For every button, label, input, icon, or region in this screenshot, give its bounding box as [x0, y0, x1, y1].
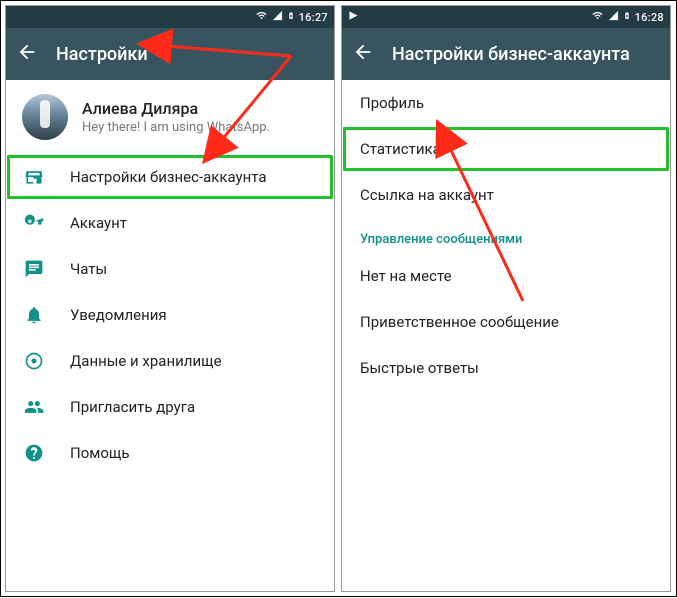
- wifi-icon: [255, 10, 268, 24]
- battery-icon: [623, 9, 631, 25]
- item-profile[interactable]: Профиль: [342, 80, 670, 126]
- status-bar: 16:27: [6, 6, 334, 28]
- item-chats[interactable]: Чаты: [6, 246, 334, 292]
- profile-name: Алиева Диляра: [82, 99, 270, 118]
- phone-left: 16:27 Настройки Алиева Диляра Hey there!…: [5, 5, 335, 592]
- item-label: Уведомления: [70, 306, 167, 324]
- item-label: Статистика: [360, 140, 441, 158]
- invite-icon: [24, 397, 44, 417]
- item-label: Пригласить друга: [70, 398, 195, 416]
- clock-text: 16:27: [299, 11, 328, 24]
- back-icon[interactable]: [352, 41, 374, 67]
- item-invite-friend[interactable]: Пригласить друга: [6, 384, 334, 430]
- profile-status: Hey there! I am using WhatsApp.: [82, 120, 270, 135]
- item-notifications[interactable]: Уведомления: [6, 292, 334, 338]
- item-label: Данные и хранилище: [70, 352, 222, 370]
- signal-icon: [272, 10, 283, 24]
- item-help[interactable]: Помощь: [6, 430, 334, 476]
- item-away[interactable]: Нет на месте: [342, 253, 670, 299]
- phone-right: 16:28 Настройки бизнес-аккаунта Профиль …: [341, 5, 671, 592]
- back-icon[interactable]: [16, 41, 38, 67]
- item-label: Ссылка на аккаунт: [360, 186, 494, 204]
- item-data-storage[interactable]: Данные и хранилище: [6, 338, 334, 384]
- chat-icon: [24, 259, 44, 279]
- avatar: [22, 94, 68, 140]
- key-icon: [24, 213, 44, 233]
- item-label: Чаты: [70, 260, 107, 278]
- item-quick-replies[interactable]: Быстрые ответы: [342, 345, 670, 391]
- item-label: Профиль: [360, 94, 424, 112]
- clock-text: 16:28: [635, 11, 664, 24]
- item-account[interactable]: Аккаунт: [6, 200, 334, 246]
- app-bar: Настройки бизнес-аккаунта: [342, 28, 670, 80]
- item-business-settings[interactable]: Настройки бизнес-аккаунта: [6, 154, 334, 200]
- item-greeting[interactable]: Приветственное сообщение: [342, 299, 670, 345]
- appbar-title: Настройки: [56, 44, 148, 65]
- help-icon: [24, 443, 44, 463]
- signal-icon: [608, 10, 619, 24]
- bell-icon: [24, 305, 44, 325]
- data-icon: [24, 351, 44, 371]
- item-label: Аккаунт: [70, 214, 127, 232]
- item-label: Быстрые ответы: [360, 359, 479, 377]
- storefront-icon: [24, 167, 44, 187]
- status-bar: 16:28: [342, 6, 670, 28]
- battery-icon: [287, 9, 295, 25]
- item-account-link[interactable]: Ссылка на аккаунт: [342, 172, 670, 218]
- section-header-messaging: Управление сообщениями: [342, 218, 670, 253]
- app-bar: Настройки: [6, 28, 334, 80]
- item-label: Приветственное сообщение: [360, 313, 559, 331]
- business-settings-list: Профиль Статистика Ссылка на аккаунт Упр…: [342, 80, 670, 397]
- wifi-icon: [591, 10, 604, 24]
- item-label: Помощь: [70, 444, 130, 462]
- item-label: Настройки бизнес-аккаунта: [70, 168, 267, 186]
- item-label: Нет на месте: [360, 267, 452, 285]
- play-icon: [348, 10, 359, 24]
- item-statistics[interactable]: Статистика: [342, 126, 670, 172]
- appbar-title: Настройки бизнес-аккаунта: [392, 44, 630, 65]
- profile-row[interactable]: Алиева Диляра Hey there! I am using What…: [6, 80, 334, 154]
- settings-list: Настройки бизнес-аккаунта Аккаунт Чаты У…: [6, 154, 334, 482]
